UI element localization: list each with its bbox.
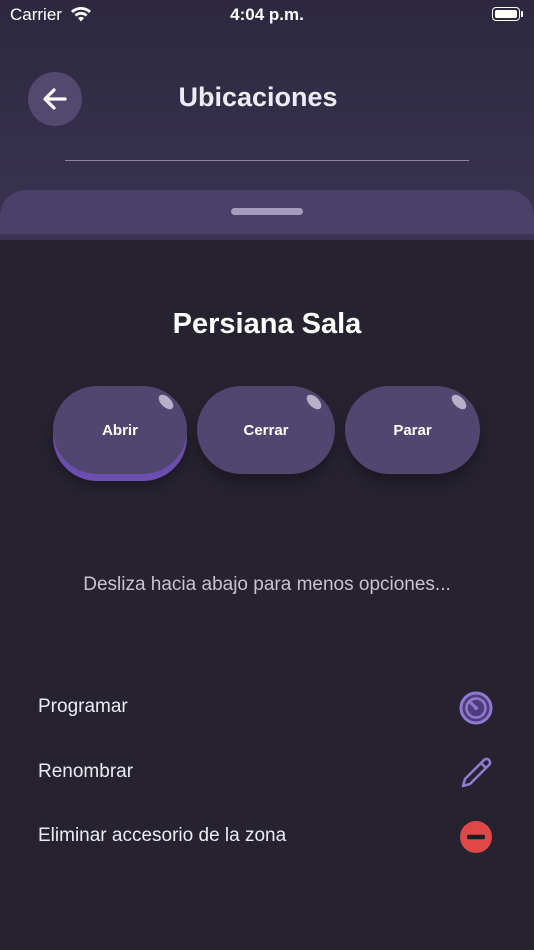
close-button-label: Cerrar bbox=[243, 421, 289, 439]
open-button-label: Abrir bbox=[102, 421, 138, 439]
button-shine bbox=[304, 392, 324, 412]
device-title: Persiana Sala bbox=[172, 308, 362, 340]
battery-tip bbox=[521, 11, 523, 17]
bottom-sheet-header[interactable] bbox=[0, 190, 534, 234]
remove-icon[interactable] bbox=[458, 819, 494, 855]
schedule-option[interactable]: Programar bbox=[38, 688, 498, 728]
button-shine bbox=[449, 392, 469, 412]
rename-label: Renombrar bbox=[38, 761, 134, 782]
stop-button[interactable]: Parar bbox=[345, 386, 480, 474]
schedule-label: Programar bbox=[38, 696, 128, 717]
status-bar: Carrier 4:04 p.m. bbox=[0, 0, 534, 30]
clock: 4:04 p.m. bbox=[230, 5, 304, 24]
pencil-icon[interactable] bbox=[458, 755, 494, 791]
swipe-hint: Desliza hacia abajo para menos opciones.… bbox=[83, 574, 451, 595]
stop-button-label: Parar bbox=[393, 421, 432, 439]
close-button[interactable]: Cerrar bbox=[197, 386, 335, 474]
rename-option[interactable]: Renombrar bbox=[38, 753, 498, 793]
battery-icon bbox=[492, 7, 520, 21]
timer-icon[interactable] bbox=[458, 690, 494, 726]
button-shine bbox=[156, 392, 176, 412]
drag-handle[interactable] bbox=[231, 208, 303, 215]
remove-from-zone-option[interactable]: Eliminar accesorio de la zona bbox=[38, 817, 498, 857]
open-button[interactable]: Abrir bbox=[53, 386, 187, 474]
remove-from-zone-label: Eliminar accesorio de la zona bbox=[38, 825, 287, 846]
title-divider bbox=[65, 160, 469, 161]
page-title: Ubicaciones bbox=[178, 82, 338, 112]
